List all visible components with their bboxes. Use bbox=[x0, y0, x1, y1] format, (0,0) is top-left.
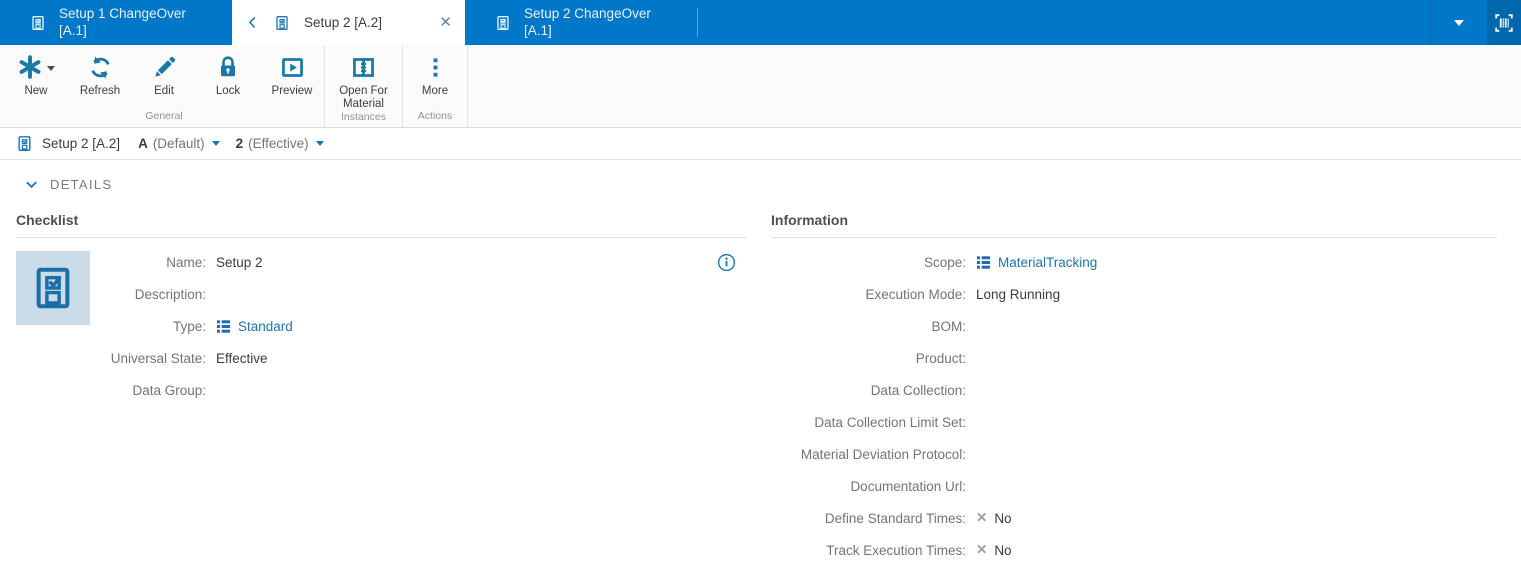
checklist-icon bbox=[274, 15, 290, 31]
chevron-down-icon bbox=[315, 141, 324, 146]
field-row-name: Name: Setup 2 bbox=[166, 254, 263, 270]
checklist-icon bbox=[30, 15, 46, 31]
edit-button[interactable]: Edit bbox=[132, 45, 196, 98]
asterisk-icon bbox=[17, 53, 55, 81]
group-label-general: General bbox=[145, 110, 183, 122]
checklist-panel: Checklist Name: Setup 2 Description: Typ… bbox=[16, 212, 746, 566]
more-button[interactable]: More bbox=[403, 45, 467, 98]
list-icon bbox=[216, 319, 231, 334]
toolbar-group-instances: Open For Material Instances bbox=[325, 45, 403, 127]
breadcrumb: Setup 2 [A.2] A (Default) 2 (Effective) bbox=[0, 128, 1521, 160]
open-for-material-icon bbox=[351, 53, 376, 81]
field-row-track-execution-times: Track Execution Times: ✕ No bbox=[826, 542, 1012, 558]
new-button[interactable]: New bbox=[4, 45, 68, 98]
new-dropdown-caret-icon[interactable] bbox=[47, 65, 55, 71]
tab-bar: Setup 1 ChangeOver [A.1] Setup 2 [A.2] ✕ bbox=[0, 0, 1521, 45]
preview-button[interactable]: Preview bbox=[260, 45, 324, 98]
divider bbox=[771, 237, 1497, 238]
divider bbox=[1430, 0, 1431, 45]
checklist-icon bbox=[36, 267, 70, 309]
info-icon[interactable] bbox=[717, 253, 736, 277]
field-row-documentation-url: Documentation Url: bbox=[850, 478, 966, 494]
list-icon bbox=[976, 255, 991, 270]
field-row-define-standard-times: Define Standard Times: ✕ No bbox=[824, 510, 1012, 526]
field-row-bom: BOM: bbox=[931, 318, 966, 334]
field-row-material-deviation-protocol: Material Deviation Protocol: bbox=[800, 446, 966, 462]
section-title: Information bbox=[771, 212, 848, 228]
pencil-icon bbox=[152, 53, 177, 81]
field-row-description: Description: bbox=[134, 286, 206, 302]
tabs-overflow-caret-icon[interactable] bbox=[1454, 19, 1464, 26]
checklist-icon bbox=[495, 15, 511, 31]
lock-button[interactable]: Lock bbox=[196, 45, 260, 98]
field-row-data-collection: Data Collection: bbox=[870, 382, 966, 398]
more-vertical-dots-icon bbox=[424, 53, 447, 81]
field-row-data-collection-limit-set: Data Collection Limit Set: bbox=[814, 414, 966, 430]
divider bbox=[16, 237, 746, 238]
revision-selector[interactable]: 2 (Effective) bbox=[236, 136, 324, 151]
field-row-execution-mode: Execution Mode: Long Running bbox=[865, 286, 1061, 302]
play-preview-icon bbox=[280, 53, 305, 81]
tab-divider bbox=[697, 8, 698, 37]
section-title: Checklist bbox=[16, 212, 79, 228]
tab-label: Setup 1 ChangeOver [A.1] bbox=[59, 6, 186, 38]
information-panel: Information Scope: MaterialTracking Exec… bbox=[771, 212, 1497, 566]
chevron-down-icon bbox=[26, 181, 37, 189]
lock-icon bbox=[216, 53, 240, 81]
details-section-toggle[interactable]: DETAILS bbox=[24, 177, 112, 192]
tab-label: Setup 2 [A.2] bbox=[304, 15, 383, 30]
scope-link[interactable]: MaterialTracking bbox=[998, 255, 1097, 270]
group-label-instances: Instances bbox=[341, 111, 386, 123]
checklist-avatar bbox=[16, 251, 90, 325]
group-label-actions: Actions bbox=[417, 110, 453, 122]
details-content: Checklist Name: Setup 2 Description: Typ… bbox=[0, 192, 1521, 566]
version-selector[interactable]: A (Default) bbox=[138, 136, 220, 151]
page-title: Setup 2 [A.2] bbox=[42, 136, 121, 151]
chevron-down-icon bbox=[211, 141, 220, 146]
ribbon-toolbar: New Refresh Edit Lock Preview General Op… bbox=[0, 45, 1521, 128]
tab-setup2-active[interactable]: Setup 2 [A.2] ✕ bbox=[232, 0, 465, 45]
close-icon[interactable]: ✕ bbox=[439, 15, 452, 30]
back-icon[interactable] bbox=[245, 15, 260, 30]
x-icon: ✕ bbox=[976, 510, 988, 525]
toolbar-group-actions: More Actions bbox=[403, 45, 468, 127]
tab-setup1-changeover[interactable]: Setup 1 ChangeOver [A.1] bbox=[0, 0, 232, 45]
field-row-scope: Scope: MaterialTracking bbox=[923, 254, 1098, 270]
tabbar-right-controls bbox=[1430, 0, 1521, 45]
details-header-label: DETAILS bbox=[50, 177, 113, 192]
field-row-product: Product: bbox=[915, 350, 966, 366]
x-icon: ✕ bbox=[976, 542, 988, 557]
checklist-icon bbox=[16, 135, 33, 152]
field-row-universal-state: Universal State: Effective bbox=[110, 350, 268, 366]
field-row-type: Type: Standard bbox=[172, 318, 293, 334]
open-for-material-button[interactable]: Open For Material bbox=[325, 45, 402, 111]
refresh-icon bbox=[88, 53, 113, 81]
refresh-button[interactable]: Refresh bbox=[68, 45, 132, 98]
field-row-data-group: Data Group: bbox=[132, 382, 206, 398]
tab-setup2-changeover[interactable]: Setup 2 ChangeOver [A.1] bbox=[465, 0, 697, 45]
barcode-icon bbox=[1495, 13, 1513, 32]
toolbar-group-general: New Refresh Edit Lock Preview General bbox=[4, 45, 325, 127]
tab-label: Setup 2 ChangeOver [A.1] bbox=[524, 6, 651, 38]
barcode-scanner-button[interactable] bbox=[1487, 0, 1521, 45]
type-link[interactable]: Standard bbox=[238, 319, 293, 334]
